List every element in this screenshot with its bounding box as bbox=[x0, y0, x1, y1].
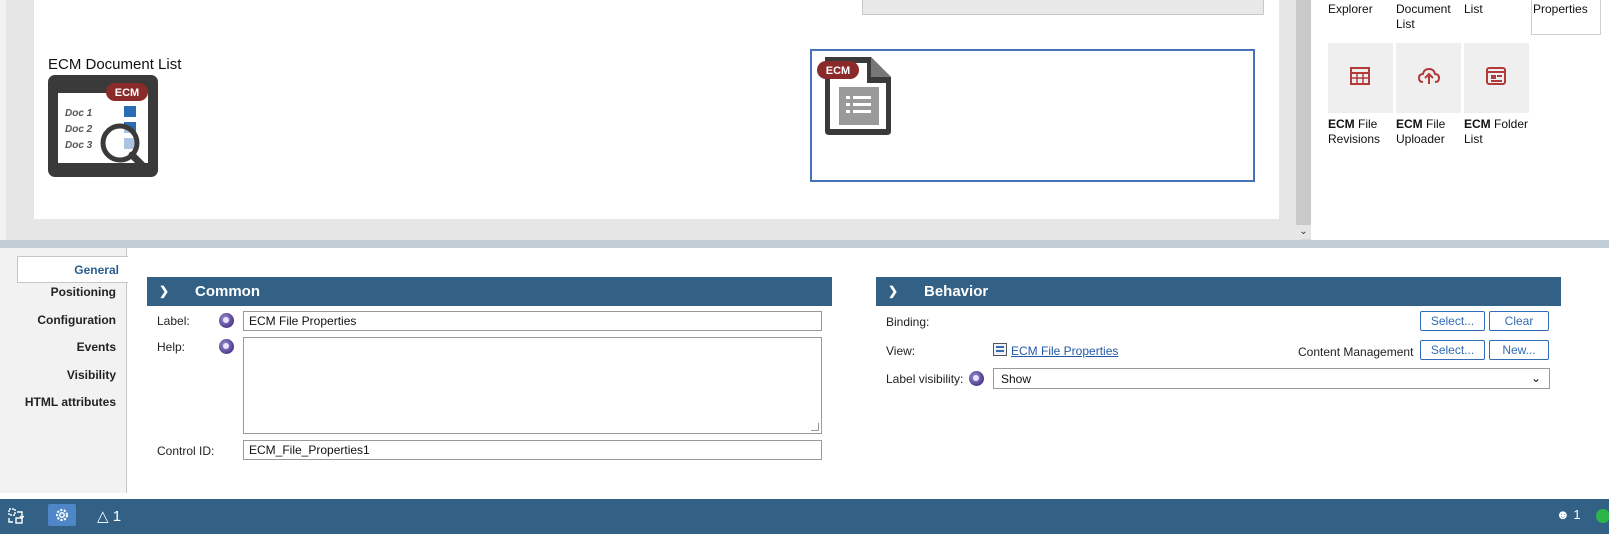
binding-clear-button[interactable]: Clear bbox=[1489, 311, 1549, 331]
palette-item-properties[interactable]: Properties bbox=[1533, 2, 1588, 17]
canvas-vertical-scrollbar[interactable] bbox=[1296, 0, 1311, 225]
doclist-row-2: Doc 2 bbox=[65, 124, 93, 135]
warnings-indicator[interactable]: △ 1 bbox=[97, 507, 121, 525]
gear-icon bbox=[56, 509, 68, 521]
tab-visibility[interactable]: Visibility bbox=[0, 368, 116, 382]
behavior-section-title: Behavior bbox=[924, 283, 989, 300]
users-indicator[interactable]: ☻ 1 bbox=[1556, 507, 1581, 522]
palette-item-explorer[interactable]: Explorer bbox=[1328, 2, 1373, 17]
content-management-label: Content Management bbox=[1298, 345, 1414, 359]
label-visibility-select[interactable]: Show ⌄ bbox=[993, 368, 1550, 389]
folder-list-icon bbox=[1486, 67, 1506, 85]
label-variable-icon[interactable] bbox=[219, 313, 234, 328]
warning-count: 1 bbox=[112, 508, 122, 525]
palette-tile-ecm-folder-list[interactable] bbox=[1464, 43, 1529, 113]
palette-tile-ecm-file-uploader[interactable] bbox=[1396, 43, 1461, 113]
user-count: 1 bbox=[1573, 507, 1581, 522]
chevron-down-icon[interactable]: ❯ bbox=[888, 277, 898, 306]
palette-label-ecm-folder-list: ECM Folder List bbox=[1464, 117, 1529, 146]
palette-label-ecm-file-uploader: ECM File Uploader bbox=[1396, 117, 1446, 146]
common-section-title: Common bbox=[195, 283, 260, 300]
user-icon: ☻ bbox=[1556, 507, 1570, 522]
sync-changes-icon[interactable] bbox=[8, 508, 24, 524]
doclist-row-1: Doc 1 bbox=[65, 108, 93, 119]
tab-events[interactable]: Events bbox=[0, 340, 116, 354]
label-visibility-value: Show bbox=[1001, 372, 1032, 386]
scroll-down-arrow-icon[interactable]: ⌄ bbox=[1296, 225, 1311, 239]
tab-general[interactable]: General bbox=[17, 256, 128, 283]
status-bar: △ 1 ☻ 1 bbox=[0, 499, 1609, 534]
palette-label-ecm-file-revisions: ECM File Revisions bbox=[1328, 117, 1381, 146]
doclist-control-label: ECM Document List bbox=[48, 56, 182, 73]
view-select-button[interactable]: Select... bbox=[1420, 340, 1485, 360]
resize-grip-icon[interactable] bbox=[811, 423, 819, 431]
doclist-row-3: Doc 3 bbox=[65, 140, 93, 151]
warning-triangle-icon: △ bbox=[97, 508, 109, 525]
panel-splitter[interactable] bbox=[0, 240, 1609, 248]
tab-configuration[interactable]: Configuration bbox=[0, 313, 116, 327]
ecm-document-list-icon[interactable]: ECM Doc 1 Doc 2 Doc 3 bbox=[48, 75, 158, 177]
view-new-button[interactable]: New... bbox=[1489, 340, 1549, 360]
view-link-ecm-file-properties[interactable]: ECM File Properties bbox=[1011, 344, 1118, 358]
help-variable-icon[interactable] bbox=[219, 339, 234, 354]
label-visibility-variable-icon[interactable] bbox=[969, 371, 984, 386]
tab-positioning[interactable]: Positioning bbox=[0, 285, 116, 299]
palette-item-document-list[interactable]: Document List bbox=[1396, 2, 1451, 32]
fileprops-ecm-badge: ECM bbox=[826, 65, 850, 77]
cloud-upload-icon bbox=[1418, 67, 1440, 84]
control-id-input[interactable]: ECM_File_Properties1 bbox=[243, 440, 822, 460]
common-section-header[interactable]: ❯ Common bbox=[147, 277, 832, 306]
view-label: View: bbox=[886, 344, 916, 358]
status-ok-check-icon bbox=[1596, 509, 1609, 523]
selected-control-ecm-file-properties[interactable]: ECM bbox=[810, 49, 1255, 182]
chevron-down-icon: ⌄ bbox=[1530, 371, 1541, 385]
canvas-placeholder-field[interactable] bbox=[862, 0, 1264, 15]
settings-button[interactable] bbox=[48, 504, 76, 526]
chevron-down-icon[interactable]: ❯ bbox=[159, 277, 169, 306]
palette-item-list[interactable]: List bbox=[1464, 2, 1483, 17]
control-id-field-label: Control ID: bbox=[157, 444, 215, 458]
palette-tile-ecm-file-revisions[interactable] bbox=[1328, 43, 1393, 113]
table-icon bbox=[1350, 67, 1370, 85]
help-textarea[interactable] bbox=[243, 337, 822, 434]
label-input[interactable]: ECM File Properties bbox=[243, 311, 822, 331]
binding-label: Binding: bbox=[886, 315, 930, 329]
binding-select-button[interactable]: Select... bbox=[1420, 311, 1485, 331]
view-component-icon bbox=[993, 343, 1007, 356]
doclist-ecm-badge: ECM bbox=[115, 87, 139, 99]
help-field-label: Help: bbox=[157, 340, 186, 354]
behavior-section-header[interactable]: ❯ Behavior bbox=[876, 277, 1561, 306]
label-field-label: Label: bbox=[157, 314, 190, 328]
ecm-file-properties-icon: ECM bbox=[815, 53, 895, 135]
tab-html-attributes[interactable]: HTML attributes bbox=[0, 395, 116, 409]
label-visibility-label: Label visibility: bbox=[886, 372, 964, 386]
properties-panel: General Positioning Configuration Events… bbox=[0, 248, 1609, 499]
